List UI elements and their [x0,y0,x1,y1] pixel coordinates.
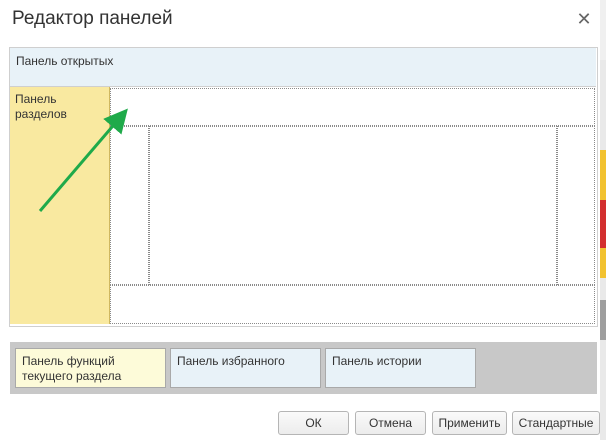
background-window-edge [600,0,606,440]
cancel-button[interactable]: Отмена [355,411,426,435]
panel-open-items-label: Панель открытых [16,54,114,68]
available-panel-history-label: Панель истории [332,354,422,368]
ok-button[interactable]: ОК [278,411,349,435]
available-panel-functions-label: Панель функций текущего раздела [22,354,122,383]
drop-zone-bottom[interactable] [110,285,595,324]
drop-zone-right[interactable] [557,126,595,285]
panel-editor-dialog: Редактор панелей ✕ Панель открытых Панел… [0,0,600,440]
dialog-title: Редактор панелей [12,8,173,29]
available-panel-favorites[interactable]: Панель избранного [170,348,321,388]
close-icon[interactable]: ✕ [574,8,594,30]
panel-sections-label: Панель разделов [15,92,67,121]
drop-zone-center [149,126,557,285]
available-panel-history[interactable]: Панель истории [325,348,476,388]
apply-button[interactable]: Применить [432,411,507,435]
available-panel-functions[interactable]: Панель функций текущего раздела [15,348,166,388]
panel-sections[interactable]: Панель разделов [10,87,110,324]
drop-zone-top[interactable] [110,88,595,126]
panel-open-items[interactable]: Панель открытых [10,48,596,87]
drop-zone-left[interactable] [110,126,149,285]
default-button[interactable]: Стандартные [512,411,600,435]
available-panel-favorites-label: Панель избранного [177,354,285,368]
